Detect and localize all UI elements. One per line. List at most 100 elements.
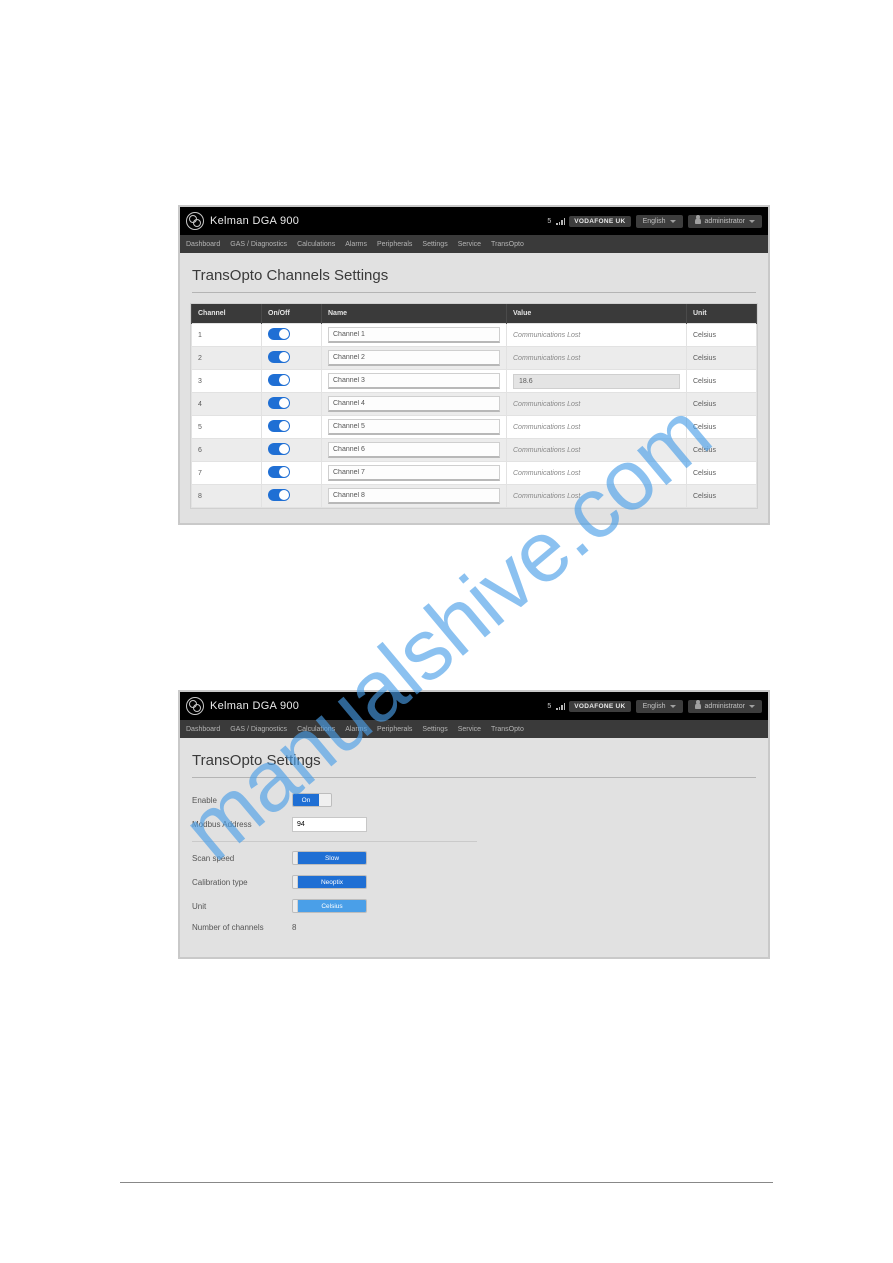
cell-unit: Celsius (687, 347, 757, 370)
user-dropdown[interactable]: administrator (688, 215, 762, 228)
nav-transopto[interactable]: TransOpto (491, 726, 524, 733)
scanspeed-toggle[interactable]: Slow (292, 851, 367, 865)
unit-value: Celsius (298, 900, 366, 912)
cell-onoff (262, 439, 322, 462)
nav-alarms[interactable]: Alarms (345, 726, 367, 733)
footer-divider (120, 1182, 773, 1183)
modbus-input[interactable] (292, 817, 367, 832)
cell-channel: 4 (192, 393, 262, 416)
app-header: Kelman DGA 900 5 VODAFONE UK English adm… (180, 207, 768, 235)
cell-unit: Celsius (687, 439, 757, 462)
screenshot-settings: Kelman DGA 900 5 VODAFONE UK English adm… (178, 690, 770, 959)
channel-name-input[interactable] (328, 373, 500, 389)
language-dropdown[interactable]: English (636, 700, 683, 713)
channel-name-input[interactable] (328, 442, 500, 458)
channel-toggle-icon[interactable] (268, 443, 290, 455)
cell-name (322, 439, 507, 462)
channel-toggle-icon[interactable] (268, 374, 290, 386)
numchannels-value: 8 (292, 923, 296, 932)
cell-channel: 6 (192, 439, 262, 462)
top-nav: Dashboard GAS / Diagnostics Calculations… (180, 235, 768, 253)
cell-value: Communications Lost (507, 416, 687, 439)
carrier-name: VODAFONE UK (569, 701, 630, 712)
cell-onoff (262, 370, 322, 393)
unit-toggle[interactable]: Celsius (292, 899, 367, 913)
table-row: 6 Communications Lost Celsius (192, 439, 757, 462)
nav-settings[interactable]: Settings (422, 241, 447, 248)
language-dropdown[interactable]: English (636, 215, 683, 228)
language-label: English (643, 218, 666, 225)
nav-transopto[interactable]: TransOpto (491, 241, 524, 248)
signal-strength: 5 (547, 703, 551, 710)
user-dropdown[interactable]: administrator (688, 700, 762, 713)
cell-name (322, 393, 507, 416)
channel-name-input[interactable] (328, 488, 500, 504)
signal-badge: 5 VODAFONE UK (547, 216, 630, 227)
nav-peripherals[interactable]: Peripherals (377, 241, 412, 248)
calibration-label: Calibration type (192, 878, 292, 887)
channel-toggle-icon[interactable] (268, 466, 290, 478)
table-row: 318.6Celsius (192, 370, 757, 393)
nav-service[interactable]: Service (458, 241, 481, 248)
nav-peripherals[interactable]: Peripherals (377, 726, 412, 733)
calibration-toggle[interactable]: Neoptix (292, 875, 367, 889)
signal-strength: 5 (547, 218, 551, 225)
channel-name-input[interactable] (328, 396, 500, 412)
nav-service[interactable]: Service (458, 726, 481, 733)
nav-dashboard[interactable]: Dashboard (186, 241, 220, 248)
cell-value: 18.6 (507, 370, 687, 393)
calibration-value: Neoptix (298, 876, 366, 888)
cell-unit: Celsius (687, 393, 757, 416)
cell-channel: 8 (192, 485, 262, 508)
channel-name-input[interactable] (328, 465, 500, 481)
cell-channel: 2 (192, 347, 262, 370)
enable-value: On (293, 794, 319, 806)
nav-gas[interactable]: GAS / Diagnostics (230, 241, 287, 248)
channel-toggle-icon[interactable] (268, 397, 290, 409)
communications-lost-text: Communications Lost (513, 355, 580, 362)
channel-toggle-icon[interactable] (268, 420, 290, 432)
channel-toggle-icon[interactable] (268, 351, 290, 363)
nav-alarms[interactable]: Alarms (345, 241, 367, 248)
table-row: 5Communications LostCelsius (192, 416, 757, 439)
nav-gas[interactable]: GAS / Diagnostics (230, 726, 287, 733)
col-value: Value (507, 304, 687, 324)
nav-calc[interactable]: Calculations (297, 726, 335, 733)
nav-settings[interactable]: Settings (422, 726, 447, 733)
cell-value: Communications Lost (507, 393, 687, 416)
user-icon (695, 218, 701, 224)
cell-value: Communications Lost (507, 485, 687, 508)
cell-value: Communications Lost (507, 462, 687, 485)
channel-name-input[interactable] (328, 350, 500, 366)
table-row: 8Communications LostCelsius (192, 485, 757, 508)
chevron-down-icon (749, 705, 755, 708)
channels-table-panel: Channel On/Off Name Value Unit 1Communic… (190, 303, 758, 509)
channel-toggle-icon[interactable] (268, 328, 290, 340)
language-label: English (643, 703, 666, 710)
communications-lost-text: Communications Lost (513, 470, 580, 477)
signal-badge: 5 VODAFONE UK (547, 701, 630, 712)
ge-logo-icon (186, 212, 204, 230)
chevron-down-icon (670, 220, 676, 223)
cell-channel: 1 (192, 324, 262, 347)
nav-calc[interactable]: Calculations (297, 241, 335, 248)
enable-toggle[interactable]: On (292, 793, 332, 807)
signal-bars-icon (556, 217, 566, 225)
channel-toggle-icon[interactable] (268, 489, 290, 501)
cell-value: Communications Lost (507, 324, 687, 347)
signal-bars-icon (556, 702, 566, 710)
page-title: TransOpto Settings (192, 752, 756, 778)
channel-name-input[interactable] (328, 327, 500, 343)
channel-name-input[interactable] (328, 419, 500, 435)
nav-dashboard[interactable]: Dashboard (186, 726, 220, 733)
chevron-down-icon (670, 705, 676, 708)
app-header: Kelman DGA 900 5 VODAFONE UK English adm… (180, 692, 768, 720)
screenshot-channels: Kelman DGA 900 5 VODAFONE UK English adm… (178, 205, 770, 525)
table-row: 4 Communications LostCelsius (192, 393, 757, 416)
communications-lost-text: Communications Lost (513, 447, 580, 454)
unit-label: Unit (192, 902, 292, 911)
cell-name (322, 370, 507, 393)
cell-unit: Celsius (687, 370, 757, 393)
table-row: 7Communications LostCelsius (192, 462, 757, 485)
cell-value: Communications Lost (507, 347, 687, 370)
